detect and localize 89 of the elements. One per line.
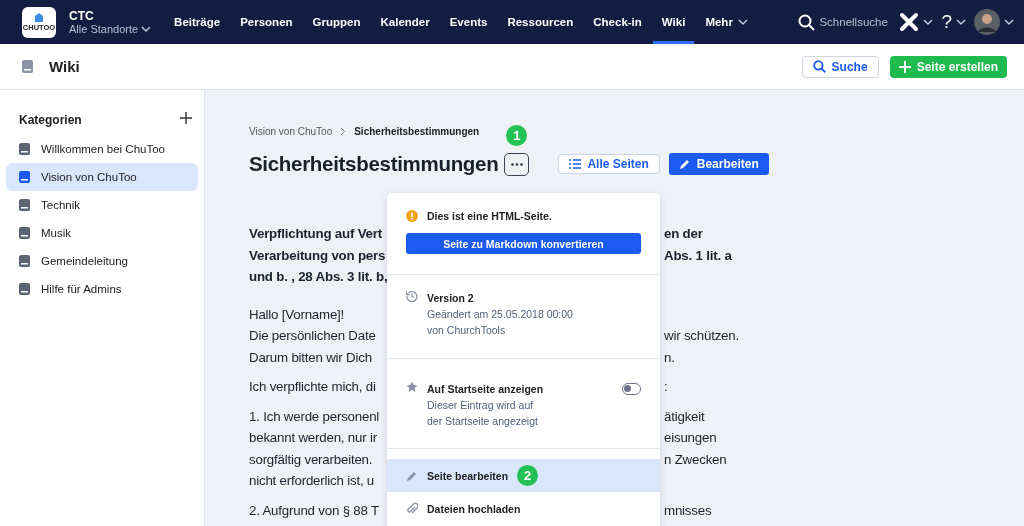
- paperclip-icon: [406, 502, 418, 515]
- body-text: en der: [664, 225, 703, 243]
- category-item[interactable]: Technik: [6, 191, 198, 219]
- page-heading: Wiki: [49, 58, 80, 75]
- menu-item[interactable]: Seite bearbeiten 2: [387, 459, 660, 492]
- history-icon: [406, 290, 418, 302]
- nav-tab[interactable]: Events: [440, 0, 497, 44]
- convert-to-markdown-button[interactable]: Seite zu Markdown konvertieren: [406, 233, 641, 254]
- location-dropdown[interactable]: Alle Standorte: [69, 23, 152, 35]
- nav-tab[interactable]: Ressourcen: [498, 0, 583, 44]
- body-text: Verpflichtung auf Vert: [249, 225, 384, 243]
- feature-description: Dieser Eintrag wird auf: [427, 398, 535, 413]
- body-text: n.: [664, 348, 675, 367]
- notice-text: Dies ist eine HTML-Seite.: [427, 209, 552, 224]
- avatar: [974, 9, 1000, 35]
- help-menu-button[interactable]: ?: [941, 11, 966, 33]
- chevron-icon: [340, 127, 347, 136]
- body-text: mnisses: [664, 501, 712, 520]
- body-text: Darum bitten wir Dich: [249, 348, 373, 367]
- body-text: Hallo [Vorname]!: [249, 305, 346, 324]
- book-icon: [19, 227, 30, 239]
- body-text: Die persönlichen Date: [249, 327, 377, 345]
- book-icon: [19, 143, 30, 155]
- breadcrumb-link[interactable]: Vision von ChuToo: [249, 126, 333, 137]
- nav-tab[interactable]: Personen: [231, 0, 302, 44]
- body-text: sorgfältig verarbeiten.: [249, 450, 374, 469]
- quick-search-input[interactable]: Schnellsuche: [819, 16, 892, 28]
- nav-tab[interactable]: Mehr: [696, 0, 757, 44]
- category-item[interactable]: Willkommen bei ChuToo: [6, 135, 198, 163]
- chevron-down-icon: [956, 19, 966, 25]
- toggle-switch[interactable]: [622, 383, 641, 395]
- nav-tab[interactable]: Beiträge: [165, 0, 230, 44]
- sidebar-heading: Kategorien: [19, 112, 82, 127]
- organization-name: CTC: [69, 9, 95, 23]
- search-icon: [798, 13, 816, 31]
- feature-title: Auf Startseite anzeigen: [427, 382, 544, 397]
- body-text: 2. Aufgrund von § 88 T: [249, 501, 380, 520]
- body-text: :: [664, 378, 668, 396]
- edit-button[interactable]: Bearbeiten: [668, 153, 769, 175]
- page-title: Sicherheitsbestimmungen: [249, 152, 499, 176]
- version-title: Version 2: [427, 291, 475, 306]
- version-info: von ChurchTools: [427, 323, 507, 338]
- menu-item[interactable]: Dateien hochladen: [387, 492, 660, 525]
- chevron-down-icon: [1004, 19, 1014, 25]
- body-text: Abs. 1 lit. a: [664, 246, 732, 265]
- pencil-icon: [678, 158, 691, 170]
- body-text: bekannt werden, nur ir: [249, 429, 378, 447]
- book-icon: [19, 255, 30, 267]
- book-icon: [22, 60, 33, 73]
- pencil-icon: [406, 469, 418, 482]
- step-badge: 2: [517, 465, 539, 486]
- chevron-down-icon: [141, 26, 152, 32]
- ellipsis-icon: [510, 162, 523, 166]
- body-text: Ich verpflichte mich, di: [249, 378, 377, 396]
- body-text: n Zwecken: [664, 450, 727, 469]
- star-icon: [406, 381, 418, 393]
- breadcrumb-current: Sicherheitsbestimmungen: [354, 126, 480, 137]
- version-info: Geändert am 25.05.2018 00:00: [427, 307, 573, 322]
- chevron-down-icon: [923, 19, 934, 25]
- tools-menu-button[interactable]: [899, 12, 934, 32]
- body-text: und b. , 28 Abs. 3 lit. b,: [249, 268, 387, 286]
- add-category-button[interactable]: [180, 112, 192, 127]
- book-icon: [19, 283, 30, 295]
- category-item[interactable]: Gemeindeleitung: [6, 247, 198, 275]
- body-text: nicht erforderlich ist, u: [249, 472, 376, 490]
- search-button[interactable]: Suche: [801, 55, 879, 78]
- warning-icon: [406, 210, 418, 222]
- nav-tab[interactable]: Check-in: [584, 0, 651, 44]
- search-icon: [812, 60, 826, 73]
- more-options-button[interactable]: [504, 152, 530, 176]
- nav-tab[interactable]: Kalender: [371, 0, 439, 44]
- category-item[interactable]: Vision von ChuToo: [6, 163, 198, 191]
- list-icon: [569, 159, 582, 169]
- user-menu-button[interactable]: [974, 9, 1014, 35]
- book-icon: [19, 171, 30, 183]
- body-text: 1. Ich werde personenl: [249, 407, 381, 426]
- category-item[interactable]: Hilfe für Admins: [6, 275, 198, 303]
- nav-tab[interactable]: Gruppen: [303, 0, 370, 44]
- body-text: wir schützen.: [664, 327, 739, 345]
- body-text: Verarbeitung von pers: [249, 246, 387, 265]
- all-pages-button[interactable]: Alle Seiten: [558, 154, 660, 174]
- step-badge: 1: [506, 124, 528, 146]
- category-item[interactable]: Musik: [6, 219, 198, 247]
- book-icon: [19, 199, 30, 211]
- feature-description: der Startseite angezeigt: [427, 414, 539, 429]
- body-text: ätigkeit: [664, 407, 705, 426]
- tools-icon: [899, 12, 920, 32]
- plus-icon: [898, 60, 911, 73]
- body-text: eisungen: [664, 429, 717, 447]
